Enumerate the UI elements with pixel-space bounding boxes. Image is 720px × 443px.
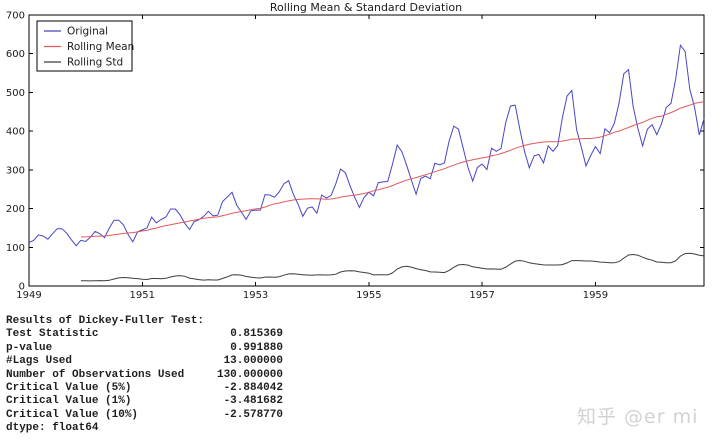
results-title: Results of Dickey-Fuller Test: xyxy=(6,315,283,328)
x-tick-label: 1953 xyxy=(243,290,268,301)
x-tick-label: 1951 xyxy=(130,290,155,301)
result-value: -3.481682 xyxy=(224,395,283,408)
y-tick-label: 700 xyxy=(6,11,25,22)
legend-label-original: Original xyxy=(67,26,108,38)
result-label: p-value xyxy=(6,342,52,355)
dickey-fuller-results: Results of Dickey-Fuller Test: Test Stat… xyxy=(6,315,283,436)
y-tick-label: 400 xyxy=(6,127,25,138)
result-value: 13.000000 xyxy=(224,355,283,368)
result-row: #Lags Used 13.000000 xyxy=(6,355,283,368)
result-value: 0.815369 xyxy=(230,328,283,341)
x-tick-label: 1949 xyxy=(16,290,41,301)
result-label: Critical Value (10%) xyxy=(6,409,138,422)
x-tick-label: 1955 xyxy=(356,290,381,301)
rolling-std-line xyxy=(81,253,704,281)
data-lines xyxy=(29,45,704,281)
rolling-mean-line xyxy=(81,102,704,237)
y-tick-label: 100 xyxy=(6,243,25,254)
result-value: -2.884042 xyxy=(224,382,283,395)
y-tick-label: 500 xyxy=(6,88,25,99)
watermark: 知乎 @er mi xyxy=(577,402,698,429)
result-label: Test Statistic xyxy=(6,328,98,341)
results-footer: dtype: float64 xyxy=(6,422,283,435)
y-tick-label: 300 xyxy=(6,165,25,176)
chart-title: Rolling Mean & Standard Deviation xyxy=(270,1,462,14)
result-label: Critical Value (5%) xyxy=(6,382,131,395)
result-value: 0.991880 xyxy=(230,342,283,355)
result-label: Number of Observations Used xyxy=(6,369,184,382)
legend-label-rolling-mean: Rolling Mean xyxy=(67,41,134,53)
result-row: Critical Value (10%) -2.578770 xyxy=(6,409,283,422)
result-label: #Lags Used xyxy=(6,355,72,368)
result-row: Number of Observations Used 130.000000 xyxy=(6,369,283,382)
result-value: -2.578770 xyxy=(224,409,283,422)
x-tick-label: 1959 xyxy=(583,290,608,301)
legend-label-rolling-std: Rolling Std xyxy=(67,57,123,69)
result-value: 130.000000 xyxy=(217,369,283,382)
y-tick-label: 200 xyxy=(6,204,25,215)
result-row: p-value 0.991880 xyxy=(6,342,283,355)
notebook-output: Rolling Mean & Standard Deviation 010020… xyxy=(0,0,720,443)
original-line xyxy=(29,45,704,246)
results-rows: Test Statistic0.815369p-value0.991880#La… xyxy=(6,328,283,422)
y-tick-label: 600 xyxy=(6,49,25,60)
x-tick-label: 1957 xyxy=(469,290,494,301)
legend-box: Original Rolling Mean Rolling Std xyxy=(37,21,134,71)
chart-svg: Rolling Mean & Standard Deviation 010020… xyxy=(0,0,720,305)
result-row: Critical Value (1%) -3.481682 xyxy=(6,395,283,408)
result-label: Critical Value (1%) xyxy=(6,395,131,408)
result-row: Critical Value (5%) -2.884042 xyxy=(6,382,283,395)
result-row: Test Statistic 0.815369 xyxy=(6,328,283,341)
